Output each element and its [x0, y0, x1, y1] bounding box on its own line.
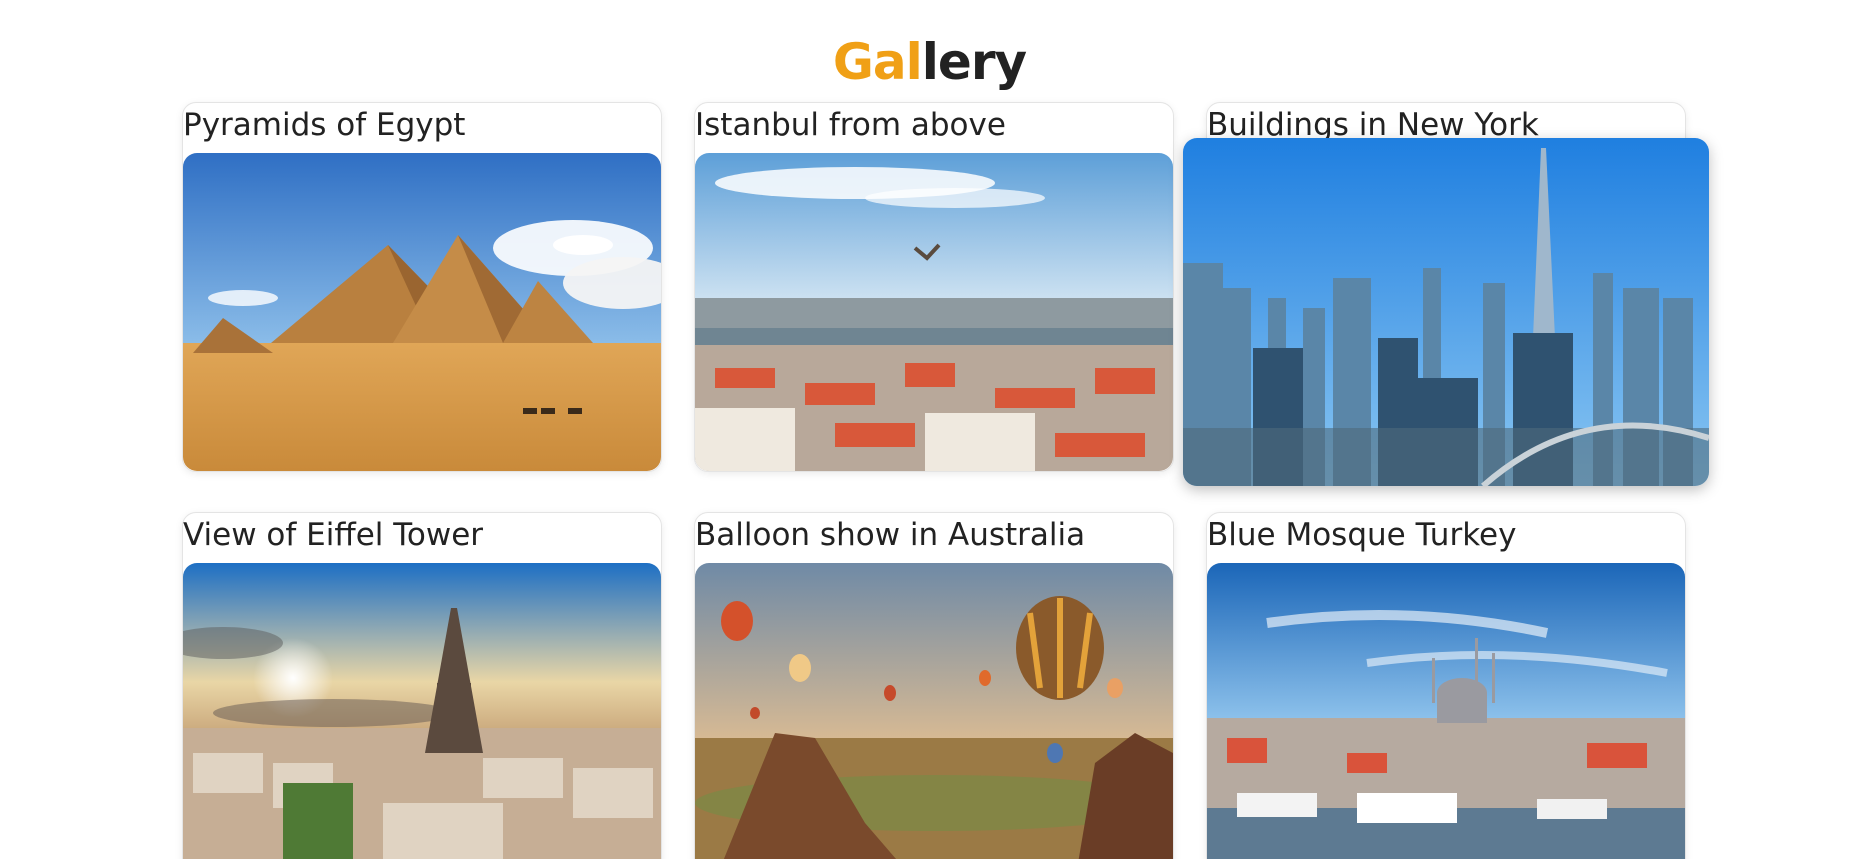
blue-mosque-photo[interactable] — [1207, 563, 1685, 859]
gallery-page: Gallery Pyramids of Egypt Istanbul from … — [0, 0, 1859, 859]
istanbul-aerial-photo[interactable] — [695, 153, 1173, 471]
pyramids-photo[interactable] — [183, 153, 661, 471]
page-title-accent: Gal — [832, 32, 923, 91]
card-caption: Balloon show in Australia — [695, 517, 1086, 553]
gallery-card[interactable]: View of Eiffel Tower — [182, 512, 662, 859]
eiffel-tower-photo[interactable] — [183, 563, 661, 859]
gallery-card[interactable]: Pyramids of Egypt — [182, 102, 662, 472]
card-caption: Istanbul from above — [695, 107, 1006, 143]
balloons-photo[interactable] — [695, 563, 1173, 859]
page-title-rest: lery — [921, 32, 1027, 91]
page-title: Gallery — [0, 30, 1859, 94]
gallery-card[interactable]: Blue Mosque Turkey — [1206, 512, 1686, 859]
card-caption: Pyramids of Egypt — [183, 107, 466, 143]
gallery-card[interactable]: Istanbul from above — [694, 102, 1174, 472]
gallery-card[interactable]: Buildings in New York — [1183, 102, 1709, 486]
gallery-card[interactable]: Balloon show in Australia — [694, 512, 1174, 859]
skyline-photo[interactable] — [1183, 138, 1709, 486]
card-caption: View of Eiffel Tower — [183, 517, 484, 553]
card-caption: Blue Mosque Turkey — [1207, 517, 1517, 553]
